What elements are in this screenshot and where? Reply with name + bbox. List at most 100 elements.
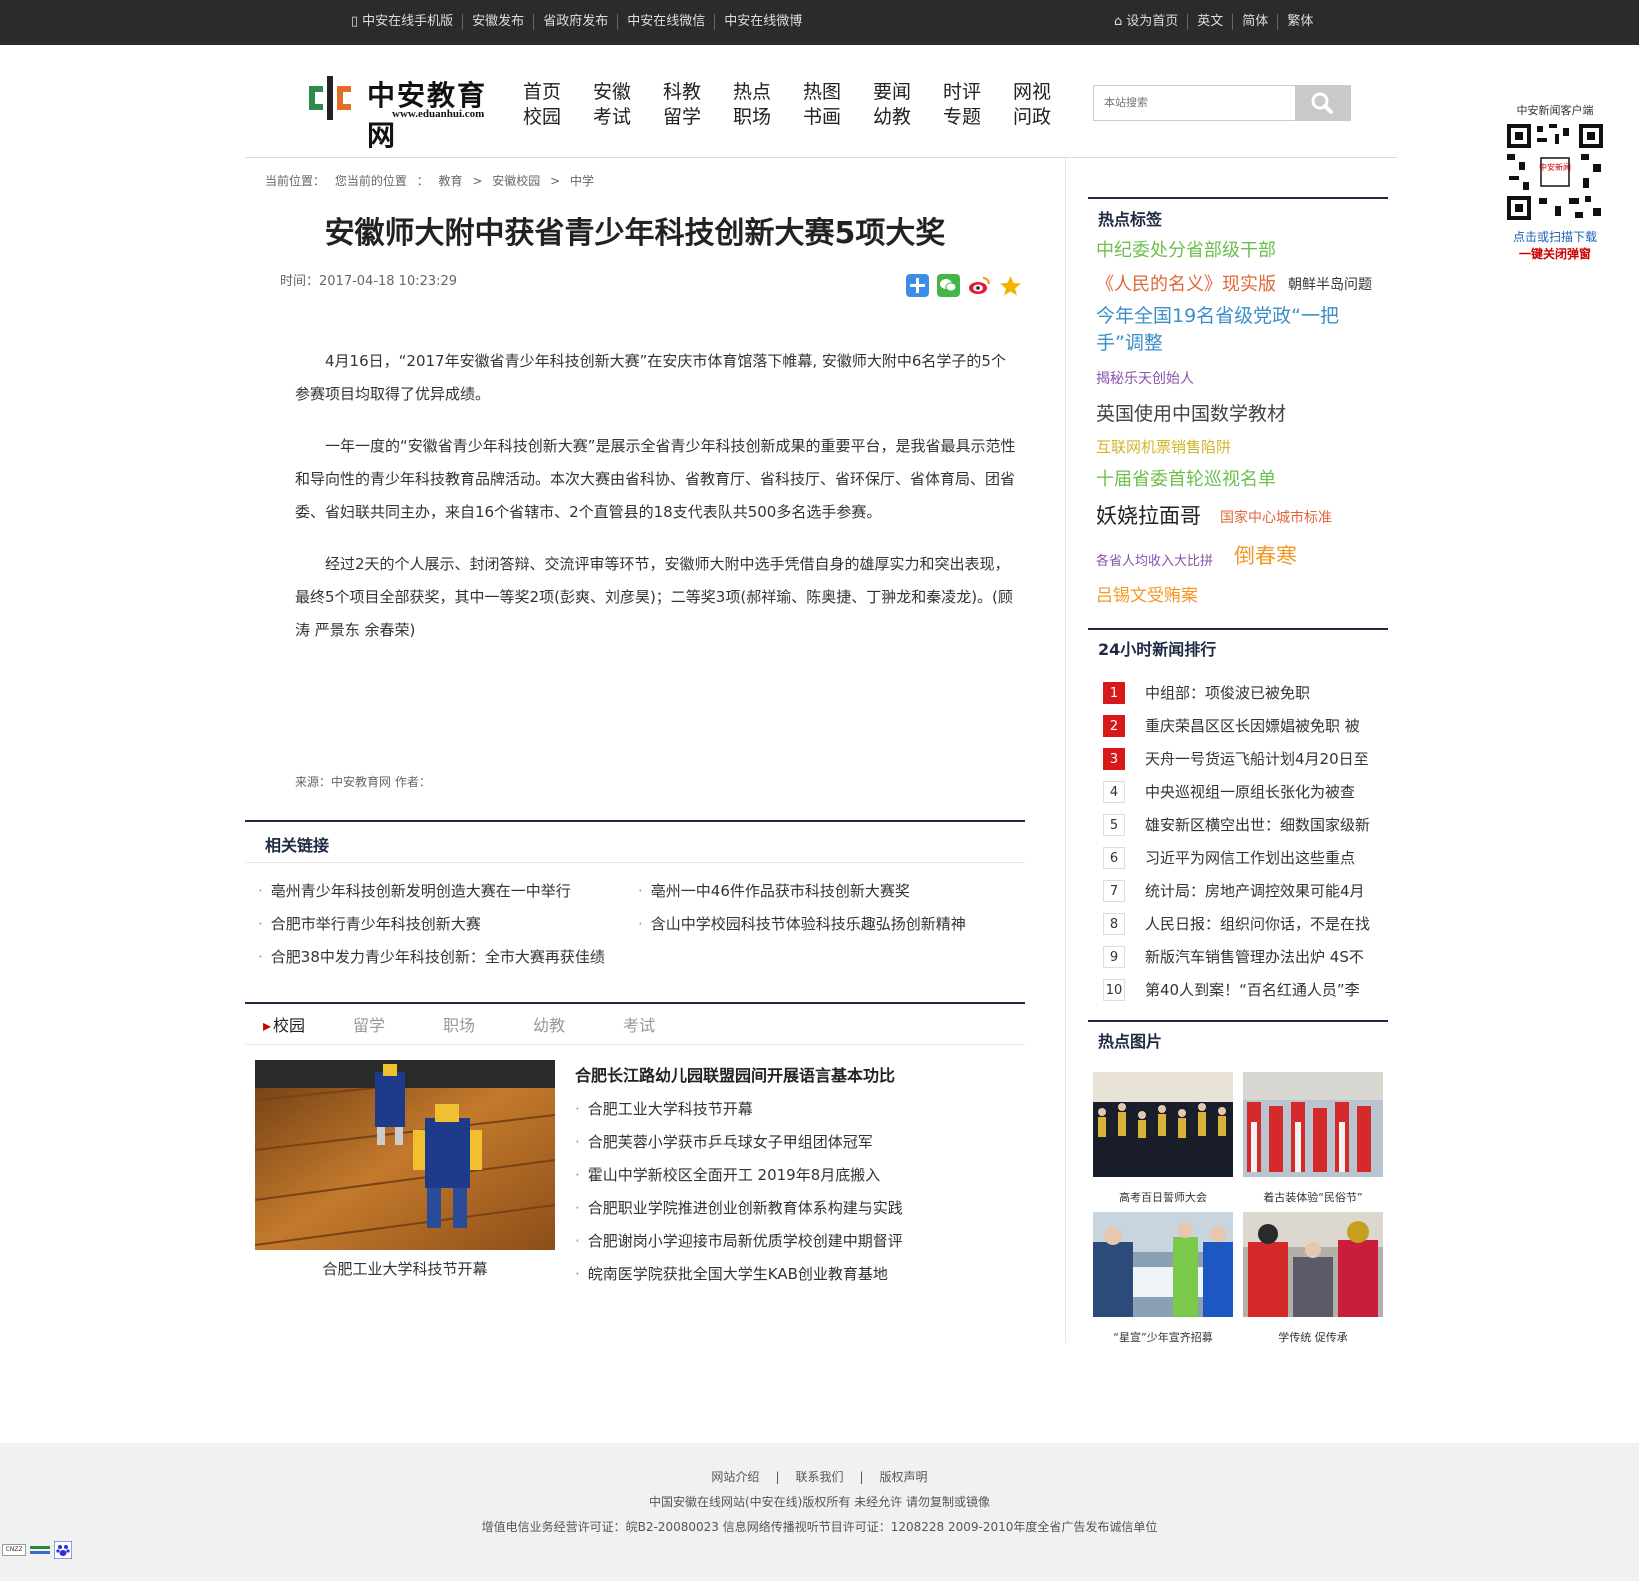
nav-calligraphy[interactable]: 书画	[803, 105, 873, 130]
tab-preschool[interactable]: 幼教	[533, 1012, 623, 1036]
ranking-row[interactable]: 1 中组部：项俊波已被免职	[1103, 676, 1393, 709]
baidu-paw-icon[interactable]	[54, 1541, 72, 1559]
ranking-row[interactable]: 6 习近平为网信工作划出这些重点	[1103, 841, 1393, 874]
search-input[interactable]	[1094, 86, 1294, 120]
rank-title[interactable]: 中央巡视组一原组长张化为被查	[1145, 781, 1355, 802]
simplified-link[interactable]: 简体	[1233, 14, 1279, 30]
english-link[interactable]: 英文	[1188, 14, 1234, 30]
stats-badge-icon[interactable]	[30, 1544, 50, 1556]
hot-pic-card[interactable]: 学传统 促传承	[1243, 1212, 1383, 1345]
related-link[interactable]: 合肥市举行青少年科技创新大赛	[258, 913, 481, 934]
wechat-share-icon[interactable]	[937, 274, 960, 297]
tab-career[interactable]: 职场	[443, 1012, 533, 1036]
related-link[interactable]: 亳州青少年科技创新发明创造大赛在一中举行	[258, 880, 571, 901]
ranking-row[interactable]: 10 第40人到案！“百名红通人员”李	[1103, 973, 1393, 1006]
footer-copyright-link[interactable]: 版权声明	[880, 1470, 928, 1484]
nav-news[interactable]: 要闻	[873, 80, 943, 105]
rank-title[interactable]: 天舟一号货运飞船计划4月20日至	[1145, 748, 1369, 769]
share-more-icon[interactable]	[906, 274, 929, 297]
nav-preschool[interactable]: 幼教	[873, 105, 943, 130]
nav-anhui[interactable]: 安徽	[593, 80, 663, 105]
rank-title[interactable]: 新版汽车销售管理办法出炉 4S不	[1145, 946, 1364, 967]
list-item[interactable]: 合肥谢岗小学迎接市局新优质学校创建中期督评	[575, 1225, 1005, 1258]
robot-photo[interactable]	[255, 1060, 555, 1250]
hot-tag[interactable]: 国家中心城市标准	[1220, 507, 1332, 527]
nav-study-abroad[interactable]: 留学	[663, 105, 733, 130]
hot-tag[interactable]: 互联网机票销售陷阱	[1096, 436, 1231, 457]
nav-video[interactable]: 网视	[1013, 80, 1083, 105]
qr-close-tip[interactable]: 一键关闭弹窗	[1505, 245, 1605, 262]
rank-title[interactable]: 第40人到案！“百名红通人员”李	[1145, 979, 1360, 1000]
ranking-row[interactable]: 4 中央巡视组一原组长张化为被查	[1103, 775, 1393, 808]
hot-tag[interactable]: 揭秘乐天创始人	[1096, 368, 1194, 388]
hot-tag[interactable]: 倒春寒	[1234, 540, 1297, 570]
tab-study-abroad[interactable]: 留学	[353, 1012, 443, 1036]
list-item[interactable]: 合肥芙蓉小学获市乒乓球女子甲组团体冠军	[575, 1126, 1005, 1159]
nav-commentary[interactable]: 时评	[943, 80, 1013, 105]
hot-tag[interactable]: 各省人均收入大比拼	[1096, 550, 1213, 569]
hot-tag[interactable]: 吕锡文受贿案	[1096, 581, 1198, 606]
rank-title[interactable]: 统计局：房地产调控效果可能4月	[1145, 880, 1365, 901]
nav-special[interactable]: 专题	[943, 105, 1013, 130]
rank-title[interactable]: 重庆荣昌区区长因嫖娼被免职 被	[1145, 715, 1360, 736]
nav-hot-pics[interactable]: 热图	[803, 80, 873, 105]
tab-campus[interactable]: 校园	[263, 1012, 353, 1036]
hot-tag[interactable]: 十届省委首轮巡视名单	[1096, 465, 1276, 491]
rank-title[interactable]: 中组部：项俊波已被免职	[1145, 682, 1310, 703]
hot-tag[interactable]: 朝鲜半岛问题	[1288, 274, 1372, 294]
list-item[interactable]: 合肥工业大学科技节开幕	[575, 1093, 1005, 1126]
footer-contact-link[interactable]: 联系我们	[795, 1470, 843, 1484]
traditional-link[interactable]: 繁体	[1278, 14, 1322, 30]
list-item[interactable]: 合肥职业学院推进创业创新教育体系构建与实践	[575, 1192, 1005, 1225]
breadcrumb-education[interactable]: 教育	[439, 174, 463, 188]
hot-pic-card[interactable]: 着古装体验“民俗节”	[1243, 1072, 1383, 1205]
nav-campus[interactable]: 校园	[523, 105, 593, 130]
hot-pic-caption[interactable]: 高考百日誓师大会	[1093, 1189, 1233, 1205]
hot-pic-caption[interactable]: “星宣”少年宣齐招募	[1093, 1329, 1233, 1345]
weibo-link[interactable]: 中安在线微博	[715, 14, 811, 30]
ranking-row[interactable]: 7 统计局：房地产调控效果可能4月	[1103, 874, 1393, 907]
cnzz-badge[interactable]: CNZZ	[2, 1544, 26, 1556]
tab-exam[interactable]: 考试	[623, 1012, 713, 1036]
search-button[interactable]	[1295, 85, 1351, 121]
related-link[interactable]: 亳州一中46件作品获市科技创新大赛奖	[638, 880, 910, 901]
wechat-link[interactable]: 中安在线微信	[618, 14, 716, 30]
nav-scitech[interactable]: 科教	[663, 80, 733, 105]
footer-about-link[interactable]: 网站介绍	[711, 1470, 759, 1484]
gov-release-link[interactable]: 省政府发布	[534, 14, 619, 30]
ranking-row[interactable]: 9 新版汽车销售管理办法出炉 4S不	[1103, 940, 1393, 973]
set-homepage-link[interactable]: ⌂ 设为首页	[1105, 14, 1189, 30]
hot-tag[interactable]: 妖娆拉面哥	[1096, 500, 1201, 530]
hot-tag[interactable]: 《人民的名义》现实版	[1096, 270, 1276, 296]
list-item[interactable]: 皖南医学院获批全国大学生KAB创业教育基地	[575, 1258, 1005, 1291]
ranking-row[interactable]: 3 天舟一号货运飞船计划4月20日至	[1103, 742, 1393, 775]
breadcrumb-middle-school[interactable]: 中学	[570, 174, 594, 188]
list-item[interactable]: 霍山中学新校区全面开工 2019年8月底搬入	[575, 1159, 1005, 1192]
related-link[interactable]: 含山中学校园科技节体验科技乐趣弘扬创新精神	[638, 913, 966, 934]
qr-download-tip[interactable]: 点击或扫描下载	[1505, 228, 1605, 245]
rank-title[interactable]: 人民日报：组织问你话，不是在找	[1145, 913, 1370, 934]
qzone-share-icon[interactable]	[999, 274, 1022, 297]
breadcrumb-anhui-campus[interactable]: 安徽校园	[492, 174, 540, 188]
nav-inquiry[interactable]: 问政	[1013, 105, 1083, 130]
related-link[interactable]: 合肥38中发力青少年科技创新：全市大赛再获佳绩	[258, 946, 605, 967]
app-qr-float[interactable]: 中安新闻客户端 中安新闻 点击或扫描下载 一键关闭弹窗	[1505, 102, 1605, 262]
nav-home[interactable]: 首页	[523, 80, 593, 105]
rank-title[interactable]: 雄安新区横空出世：细数国家级新	[1145, 814, 1370, 835]
hot-pic-card[interactable]: 高考百日誓师大会	[1093, 1072, 1233, 1205]
mobile-version-link[interactable]: ▯ 中安在线手机版	[342, 14, 464, 30]
photo-caption[interactable]: 合肥工业大学科技节开幕	[255, 1258, 555, 1279]
rank-title[interactable]: 习近平为网信工作划出这些重点	[1145, 847, 1355, 868]
hot-pic-card[interactable]: “星宣”少年宣齐招募	[1093, 1212, 1233, 1345]
nav-career[interactable]: 职场	[733, 105, 803, 130]
ranking-row[interactable]: 2 重庆荣昌区区长因嫖娼被免职 被	[1103, 709, 1393, 742]
hot-tag[interactable]: 英国使用中国数学教材	[1096, 399, 1286, 426]
nav-exam[interactable]: 考试	[593, 105, 663, 130]
anhui-release-link[interactable]: 安徽发布	[463, 14, 535, 30]
ranking-row[interactable]: 5 雄安新区横空出世：细数国家级新	[1103, 808, 1393, 841]
weibo-share-icon[interactable]	[968, 274, 991, 297]
hot-tag[interactable]: 中纪委处分省部级干部	[1096, 236, 1276, 262]
ranking-row[interactable]: 8 人民日报：组织问你话，不是在找	[1103, 907, 1393, 940]
campus-headline[interactable]: 合肥长江路幼儿园联盟园间开展语言基本功比	[575, 1062, 1005, 1086]
site-logo[interactable]: 中安教育网 www.eduanhui.com	[307, 72, 507, 152]
